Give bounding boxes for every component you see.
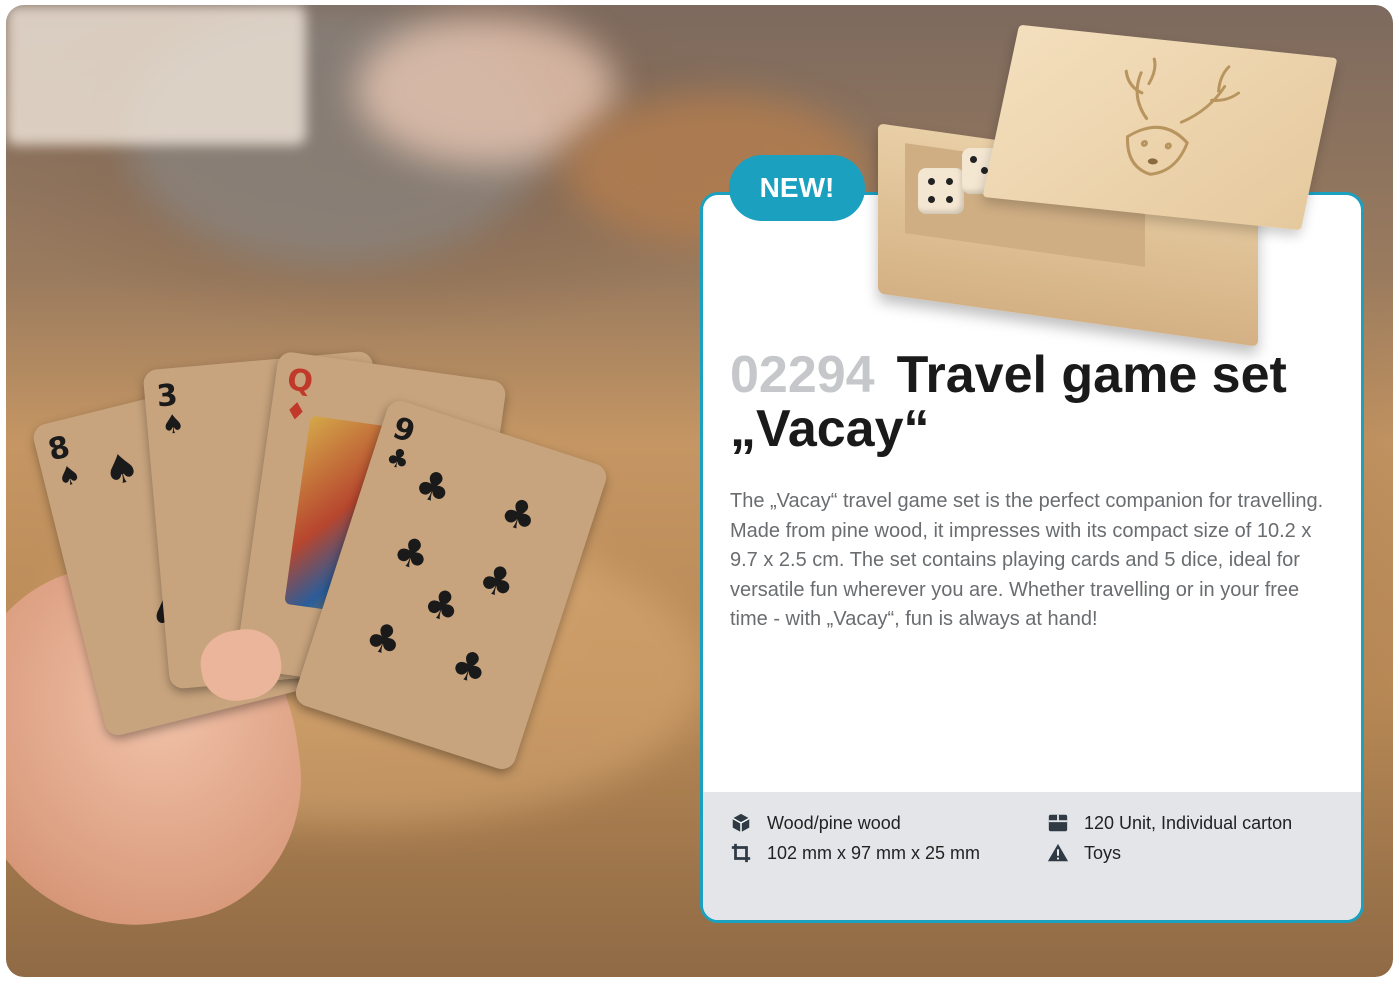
spade-icon: ♠ (160, 409, 186, 442)
crop-icon (729, 841, 753, 865)
carton-box-icon (1046, 811, 1070, 835)
club-icon: ♣ (445, 640, 494, 696)
spec-category-text: Toys (1084, 842, 1122, 863)
club-icon: ♣ (494, 488, 543, 543)
diamond-icon: ♦ (283, 396, 309, 427)
spec-material: Wood/pine wood (729, 811, 901, 835)
spec-material-text: Wood/pine wood (767, 812, 901, 833)
spec-category: Toys (1046, 841, 1121, 865)
box-lid (982, 24, 1338, 231)
club-icon: ♣ (387, 526, 436, 582)
product-number: 02294 (730, 346, 875, 404)
new-badge: NEW! (729, 155, 865, 221)
club-icon: ♣ (382, 441, 414, 478)
product-title: 02294 Travel game set „Vacay“ (730, 348, 1330, 456)
product-title-line2: „Vacay“ (730, 400, 930, 458)
spec-packaging: 120 Unit, Individual carton (1046, 811, 1292, 835)
dice (918, 168, 964, 214)
club-icon: ♣ (408, 460, 458, 516)
product-description: The „Vacay“ travel game set is the perfe… (730, 490, 1324, 630)
card-index: Q (285, 362, 316, 401)
club-icon: ♣ (472, 554, 522, 610)
table-playing-card (6, 5, 306, 145)
new-badge-label: NEW! (759, 172, 835, 203)
warning-triangle-icon (1046, 841, 1070, 865)
spec-dimensions-text: 102 mm x 97 mm x 25 mm (767, 842, 981, 863)
spade-icon: ♠ (54, 459, 85, 495)
spec-dimensions: 102 mm x 97 mm x 25 mm (729, 841, 980, 865)
cube-icon (729, 811, 753, 835)
spec-packaging-text: 120 Unit, Individual carton (1084, 812, 1293, 833)
club-icon: ♣ (417, 578, 467, 634)
club-icon: ♣ (359, 612, 408, 668)
spade-icon: ♠ (98, 443, 145, 497)
reindeer-engraving-icon (1124, 57, 1241, 176)
product-title-line1: Travel game set (896, 346, 1287, 404)
